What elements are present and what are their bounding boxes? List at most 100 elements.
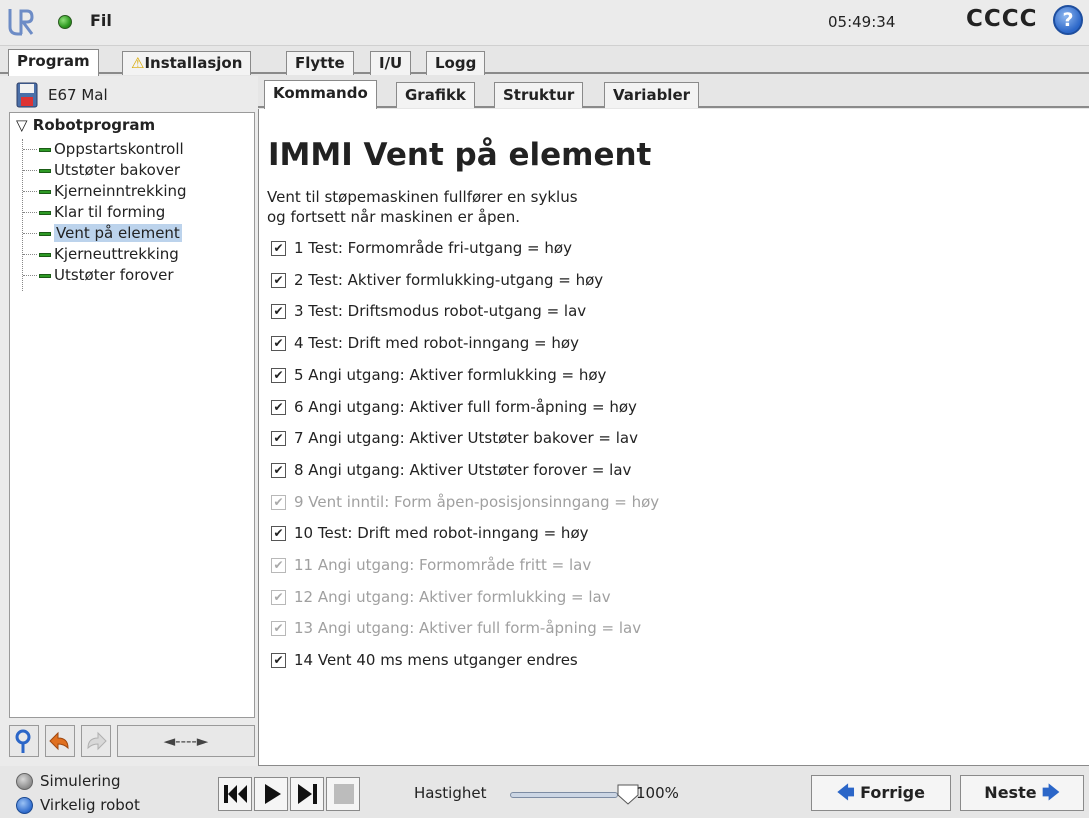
sub-tabs: Kommando Grafikk Struktur Variabler (258, 80, 1089, 109)
tab-structure[interactable]: Struktur (494, 82, 584, 108)
checkbox[interactable]: ✔ (271, 241, 286, 256)
stop-button[interactable] (326, 777, 360, 811)
search-icon (15, 729, 31, 753)
checkbox[interactable]: ✔ (271, 431, 286, 447)
expand-triangle-icon[interactable]: ▽ (16, 116, 28, 134)
check-label: 10 Test: Drift med robot-inngang = høy (294, 524, 589, 543)
tab-program[interactable]: Program (8, 49, 99, 76)
tab-label: Struktur (503, 86, 575, 104)
checkbox[interactable]: ✔ (271, 621, 286, 637)
tab-label: Program (17, 52, 90, 70)
tree-item-klar-til-forming[interactable]: Klar til forming (23, 202, 165, 223)
tree-toolbar: ◄----► (9, 725, 255, 759)
checkbox[interactable]: ✔ (271, 367, 286, 383)
tree-root-label: Robotprogram (32, 116, 156, 134)
node-icon (39, 190, 51, 194)
description: Vent til støpemaskinen fullfører en sykl… (267, 187, 578, 227)
checkbox[interactable]: ✔ (271, 304, 286, 320)
redo-icon (87, 731, 107, 751)
check-row[interactable]: ✔ 8 Angi utgang: Aktiver Utstøter forover… (271, 459, 631, 481)
mode-real-robot[interactable]: Virkelig robot (16, 794, 140, 816)
skip-back-icon (224, 785, 247, 803)
checkbox[interactable]: ✔ (271, 653, 286, 669)
search-button[interactable] (9, 725, 39, 757)
play-button[interactable] (254, 777, 288, 811)
tab-graphics[interactable]: Grafikk (396, 82, 475, 108)
check-label: 6 Angi utgang: Aktiver full form-åpning … (294, 397, 637, 416)
check-label: 8 Angi utgang: Aktiver Utstøter forover … (294, 460, 632, 479)
check-row[interactable]: ✔ 4 Test: Drift med robot-inngang = høy (271, 332, 579, 354)
redo-button[interactable] (81, 725, 111, 757)
check-row[interactable]: ✔ 5 Angi utgang: Aktiver formlukking = hø… (271, 364, 606, 386)
checkbox[interactable]: ✔ (271, 336, 286, 352)
description-line: og fortsett når maskinen er åpen. (267, 208, 521, 226)
arrow-right-icon: 🡆 (1042, 783, 1060, 803)
tree-item-vent-pa-element[interactable]: Vent på element (23, 223, 182, 244)
check-row[interactable]: ✔ 14 Vent 40 ms mens utganger endres (271, 649, 578, 671)
tree-item-kjerneuttrekking[interactable]: Kjerneuttrekking (23, 244, 179, 265)
mode-simulation[interactable]: Simulering (16, 770, 121, 792)
undo-button[interactable] (45, 725, 75, 757)
checkbox[interactable]: ✔ (271, 526, 286, 542)
tree-item-label: Oppstartskontroll (54, 140, 184, 158)
tab-variables[interactable]: Variabler (604, 82, 700, 108)
help-button[interactable]: ? (1053, 5, 1083, 35)
checkbox[interactable]: ✔ (271, 494, 286, 510)
checkbox[interactable]: ✔ (271, 589, 286, 605)
tree-root[interactable]: ▽ Robotprogram (16, 116, 155, 134)
page-title: IMMI Vent på element (268, 137, 652, 173)
tree-item-kjerneinntrekking[interactable]: Kjerneinntrekking (23, 181, 187, 202)
check-row[interactable]: ✔ 9 Vent inntil: Form åpen-posisjonsinnga… (271, 491, 659, 513)
tree-item-utstoter-bakover[interactable]: Utstøter bakover (23, 160, 180, 181)
check-row[interactable]: ✔ 10 Test: Drift med robot-inngang = høy (271, 522, 589, 544)
tab-move[interactable]: Flytte (286, 51, 354, 75)
check-row[interactable]: ✔ 12 Angi utgang: Aktiver formlukking = l… (271, 586, 611, 608)
move-node-button[interactable]: ◄----► (117, 725, 255, 757)
next-button[interactable]: Neste 🡆 (960, 775, 1084, 811)
checkbox[interactable]: ✔ (271, 462, 286, 478)
check-row[interactable]: ✔ 3 Test: Driftsmodus robot-utgang = lav (271, 300, 586, 322)
tab-label: Kommando (273, 84, 368, 102)
node-icon (39, 274, 51, 278)
tab-label: Installasjon (144, 54, 243, 72)
check-row[interactable]: ✔ 1 Test: Formområde fri-utgang = høy (271, 237, 572, 259)
file-menu[interactable]: Fil (90, 11, 112, 30)
tab-label: Logg (435, 54, 477, 72)
skip-back-button[interactable] (218, 777, 252, 811)
check-row[interactable]: ✔ 6 Angi utgang: Aktiver full form-åpning… (271, 396, 637, 418)
radio-icon (16, 773, 33, 790)
check-label: 11 Angi utgang: Formområde fritt = lav (294, 556, 592, 574)
tab-io[interactable]: I/U (370, 51, 412, 75)
checkbox[interactable]: ✔ (271, 558, 286, 573)
node-icon (39, 232, 51, 236)
tab-log[interactable]: Logg (426, 51, 486, 75)
previous-label: Forrige (860, 783, 925, 802)
check-row[interactable]: ✔ 2 Test: Aktiver formlukking-utgang = hø… (271, 269, 603, 291)
check-row[interactable]: ✔ 7 Angi utgang: Aktiver Utstøter bakover… (271, 427, 638, 449)
tree-item-oppstartskontroll[interactable]: Oppstartskontroll (23, 139, 184, 160)
program-name: E67 Mal (48, 86, 108, 104)
checkbox[interactable]: ✔ (271, 272, 286, 288)
tab-label: Grafikk (405, 86, 466, 104)
tree-item-utstoter-forover[interactable]: Utstøter forover (23, 265, 174, 286)
speed-slider[interactable] (510, 792, 618, 798)
description-line: Vent til støpemaskinen fullfører en sykl… (267, 188, 578, 206)
speed-label: Hastighet (414, 784, 487, 802)
check-label: 4 Test: Drift med robot-inngang = høy (294, 334, 579, 353)
check-label: 9 Vent inntil: Form åpen-posisjonsinngan… (294, 492, 660, 511)
check-row[interactable]: ✔ 11 Angi utgang: Formområde fritt = lav (271, 554, 591, 576)
tab-installation[interactable]: ⚠Installasjon (122, 51, 252, 75)
step-button[interactable] (290, 777, 324, 811)
save-icon[interactable] (16, 82, 38, 108)
undo-icon (49, 731, 69, 751)
checkbox[interactable]: ✔ (271, 399, 286, 415)
bottom-bar: Simulering Virkelig robot Hastighet 100%… (0, 766, 1089, 818)
tab-command[interactable]: Kommando (264, 80, 377, 109)
play-icon (265, 784, 281, 804)
command-panel: IMMI Vent på element Vent til støpemaski… (258, 109, 1089, 766)
top-bar: Fil 05:49:34 CCCC ? (0, 0, 1089, 46)
mode-label: Simulering (40, 772, 121, 790)
check-row[interactable]: ✔ 13 Angi utgang: Aktiver full form-åpnin… (271, 617, 641, 639)
previous-button[interactable]: 🡄 Forrige (811, 775, 951, 811)
warning-icon: ⚠ (131, 54, 145, 72)
